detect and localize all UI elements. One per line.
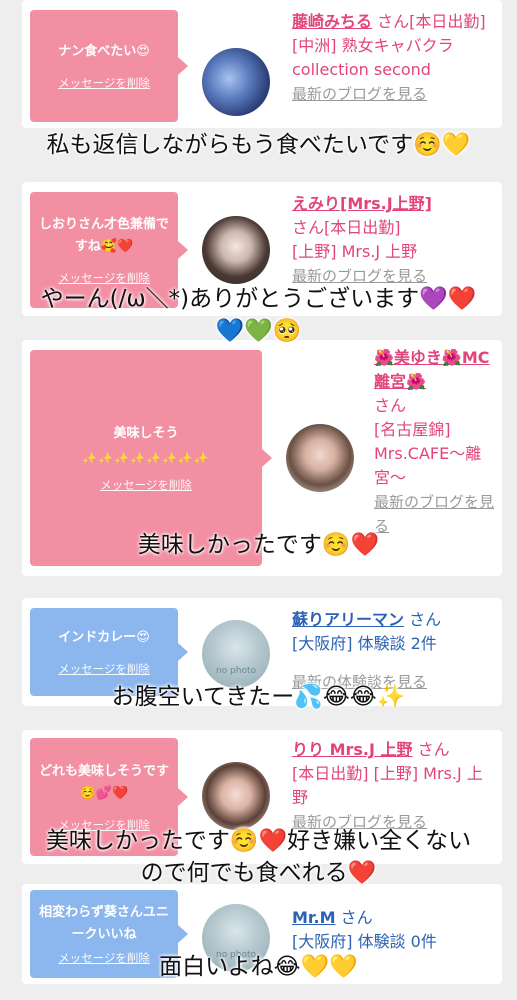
avatar[interactable] (202, 216, 270, 284)
overlay-caption: 私も返信しながらもう食べたいです☺️💛 (46, 132, 471, 158)
delete-message-link[interactable]: メッセージを削除 (100, 477, 192, 493)
message-text: インドカレー😍 (58, 630, 150, 645)
profile-info: 蘇りアリーマン さん [大阪府] 体験談 2件 最新の体験談を見る (292, 608, 492, 691)
avatar[interactable] (202, 762, 270, 830)
message-text: 美味しそう (113, 426, 179, 441)
avatar[interactable] (202, 48, 270, 116)
message-bubble: ナン食べたい😍 メッセージを削除 (30, 10, 188, 122)
profile-info: 藤崎みちる さん[本日出勤] [中洲] 熟女キャバクラ collection s… (292, 10, 492, 106)
overlay-caption: 面白いよね😂💛💛 (159, 954, 358, 980)
overlay-caption: お腹空いてきたー💦😂😂✨ (111, 684, 406, 710)
profile-name-link[interactable]: 🌺美ゆき🌺MC離宮🌺 (374, 348, 490, 391)
profile-info: 🌺美ゆき🌺MC離宮🌺 さん [名古屋錦] Mrs.CAFE～離宮～ 最新のブログ… (374, 346, 496, 538)
message-card: ナン食べたい😍 メッセージを削除 藤崎みちる さん[本日出勤] [中洲] 熟女キ… (22, 0, 502, 128)
profile-detail: [本日出勤] [上野] Mrs.J 上野 (292, 764, 483, 807)
overlay-caption: 美味しかったです☺️❤️好き嫌い全くない (45, 828, 472, 854)
profile-name-link[interactable]: 藤崎みちる (292, 12, 372, 31)
overlay-caption: 美味しかったです☺️❤️ (137, 532, 380, 558)
avatar[interactable] (286, 424, 354, 492)
profile-name-link[interactable]: 蘇りアリーマン (292, 610, 404, 629)
profile-status: さん (409, 610, 442, 629)
message-text: しおりさん才色兼備ですね🥰❤️ (38, 217, 169, 254)
profile-detail: [名古屋錦] Mrs.CAFE～離宮～ (374, 420, 482, 487)
sparkle-row: ✨✨✨✨✨✨✨✨ (82, 451, 210, 465)
profile-info: Mr.M さん [大阪府] 体験談 0件 (292, 906, 492, 954)
profile-name-link[interactable]: Mr.M (292, 908, 336, 927)
profile-detail: [大阪府] 体験談 0件 (292, 932, 437, 951)
profile-status: さん (374, 396, 407, 415)
profile-name-link[interactable]: りり Mrs.J 上野 (292, 740, 413, 759)
profile-info: りり Mrs.J 上野 さん [本日出勤] [上野] Mrs.J 上野 最新のブ… (292, 738, 492, 834)
profile-detail: [大阪府] 体験談 2件 (292, 634, 437, 653)
message-text: どれも美味しそうです☺️💕❤️ (38, 764, 169, 801)
message-text: ナン食べたい😍 (58, 44, 150, 59)
overlay-caption: 💙💚🥺 (215, 318, 302, 344)
profile-detail: [上野] Mrs.J 上野 (292, 242, 418, 261)
profile-status: さん[本日出勤] (377, 12, 486, 31)
no-photo-label: no photo (215, 666, 257, 676)
blog-link[interactable]: 最新のブログを見る (292, 85, 427, 103)
message-text: 相変わらず葵さんユニークいいね (39, 905, 169, 942)
profile-status: さん[本日出勤] (292, 218, 401, 237)
profile-status: さん (417, 740, 450, 759)
profile-detail: [中洲] 熟女キャバクラ collection second (292, 36, 454, 79)
profile-status: さん (340, 908, 373, 927)
delete-message-link[interactable]: メッセージを削除 (58, 661, 150, 677)
profile-info: えみり[Mrs.J上野] さん[本日出勤] [上野] Mrs.J 上野 最新のブ… (292, 192, 492, 288)
overlay-caption: やーん(/ω＼*)ありがとうございます💜❤️ (40, 286, 477, 312)
profile-name-link[interactable]: えみり[Mrs.J上野] (292, 194, 432, 213)
avatar[interactable]: no photo (202, 620, 270, 688)
delete-message-link[interactable]: メッセージを削除 (58, 75, 150, 91)
overlay-caption: ので何でも食べれる❤️ (140, 860, 377, 886)
